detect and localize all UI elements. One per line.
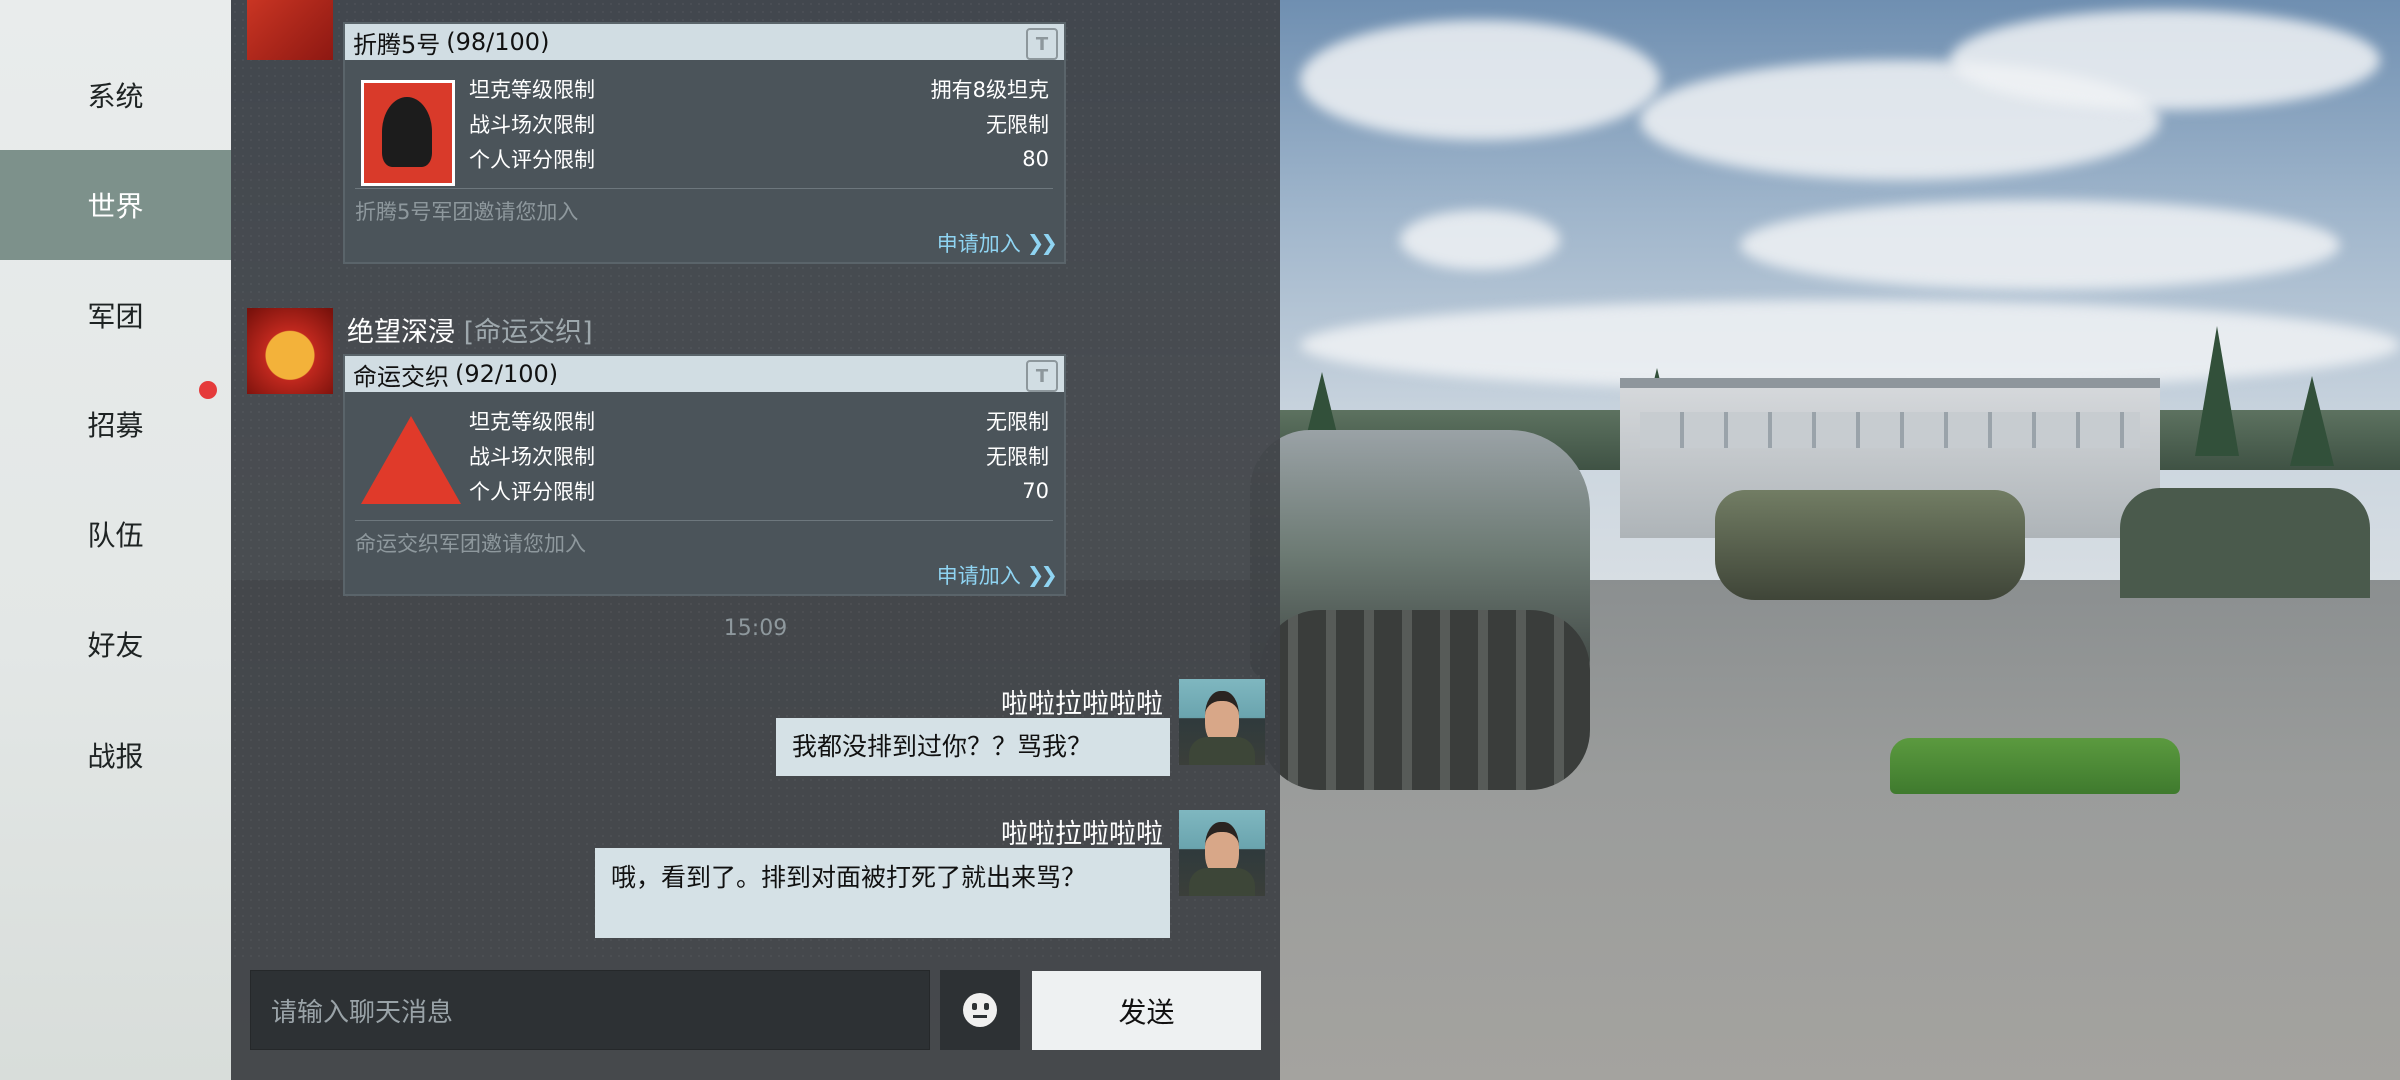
player-avatar[interactable]: [1179, 810, 1265, 896]
sender-nickname: 绝望深浸: [347, 317, 455, 348]
sidebar-item-world[interactable]: 世界: [0, 150, 231, 260]
requirement-value: 无限制: [986, 113, 1049, 137]
legion-avatar[interactable]: [247, 0, 333, 60]
legion-invite-card: 命运交织 (92/100) T 坦克等级限制 无限制 战斗场次限制 无限制 个人…: [343, 354, 1066, 596]
sidebar-item-battle-report[interactable]: 战报: [0, 700, 231, 810]
legion-capacity: (98/100): [446, 28, 550, 56]
emoji-icon: [963, 993, 997, 1027]
sidebar-item-label: 战报: [87, 740, 144, 773]
divider: [355, 188, 1053, 189]
tree: [2290, 376, 2334, 466]
apply-join-button[interactable]: 申请加入 ❯❯: [936, 560, 1058, 590]
sidebar-item-label: 军团: [87, 300, 144, 333]
sidebar-item-label: 队伍: [87, 519, 144, 552]
sidebar-item-system[interactable]: 系统: [0, 40, 231, 150]
requirement-label: 个人评分限制: [469, 480, 595, 504]
requirement-row: 个人评分限制 70: [469, 474, 1049, 508]
double-chevron-right-icon: ❯❯: [1026, 563, 1058, 587]
sidebar-item-label: 系统: [87, 80, 144, 113]
requirement-label: 战斗场次限制: [469, 445, 595, 469]
sword-triangle-emblem-icon: [361, 416, 461, 516]
crown-avatar[interactable]: [247, 308, 333, 394]
requirement-row: 战斗场次限制 无限制: [469, 439, 1049, 473]
requirement-value: 无限制: [986, 410, 1049, 434]
sender-name: 啦啦拉啦啦啦: [1001, 689, 1163, 720]
chat-bubble: 哦，看到了。排到对面被打死了就出来骂？: [595, 848, 1170, 938]
cloud: [1300, 20, 1660, 140]
sidebar-item-label: 好友: [87, 629, 144, 662]
player-avatar[interactable]: [1179, 679, 1265, 765]
emoji-button[interactable]: [940, 970, 1020, 1050]
legion-tag-icon: T: [1026, 360, 1058, 392]
cloud: [1950, 10, 2380, 110]
requirement-label: 坦克等级限制: [469, 78, 595, 102]
cloud: [1740, 200, 2340, 290]
requirement-label: 坦克等级限制: [469, 410, 595, 434]
requirement-value: 拥有8级坦克: [930, 78, 1049, 102]
tank-tracks: [1260, 610, 1590, 790]
legion-name: 命运交织: [353, 362, 449, 391]
invite-text: 折腾5号军团邀请您加入: [355, 200, 579, 224]
card-header: 命运交织 (92/100) T: [345, 356, 1064, 392]
legion-capacity: (92/100): [455, 360, 559, 388]
chat-bubble: 我都没排到过你？？骂我？: [776, 718, 1170, 776]
requirement-label: 个人评分限制: [469, 148, 595, 172]
tank-distant: [1715, 490, 2025, 600]
requirement-row: 战斗场次限制 无限制: [469, 107, 1049, 141]
apply-label: 申请加入: [936, 232, 1021, 256]
chat-channel-sidebar: 系统 世界 军团 招募 队伍 好友 战报: [0, 0, 231, 1080]
send-button[interactable]: 发送: [1032, 971, 1261, 1050]
chat-input[interactable]: 请输入聊天消息: [250, 970, 930, 1050]
sidebar-item-team[interactable]: 队伍: [0, 479, 231, 589]
requirement-row: 个人评分限制 80: [469, 142, 1049, 176]
sender-name: 啦啦拉啦啦啦: [1001, 819, 1163, 850]
tree: [2195, 326, 2239, 456]
apply-label: 申请加入: [936, 564, 1021, 588]
invite-text: 命运交织军团邀请您加入: [355, 532, 586, 556]
sidebar-item-friends[interactable]: 好友: [0, 589, 231, 699]
requirement-value: 80: [1022, 147, 1049, 171]
sidebar-item-legion[interactable]: 军团: [0, 260, 231, 370]
chat-panel[interactable]: 折腾5号 (98/100) T 坦克等级限制 拥有8级坦克 战斗场次限制 无限制…: [231, 0, 1280, 1080]
grass-patch: [1890, 738, 2180, 794]
legion-tag-icon: T: [1026, 28, 1058, 60]
message-timestamp: 15:09: [723, 616, 788, 641]
requirement-value: 70: [1022, 479, 1049, 503]
cloud: [1400, 210, 1560, 270]
double-chevron-right-icon: ❯❯: [1026, 231, 1058, 255]
notification-dot: [199, 381, 217, 399]
requirement-value: 无限制: [986, 445, 1049, 469]
sender-name: 绝望深浸 [命运交织]: [347, 310, 593, 349]
sender-legion-tag: [命运交织]: [463, 317, 593, 348]
tent: [2120, 488, 2370, 598]
hangar-windows: [1640, 412, 2140, 448]
knight-emblem-icon: [361, 80, 455, 186]
divider: [355, 520, 1053, 521]
legion-invite-card: 折腾5号 (98/100) T 坦克等级限制 拥有8级坦克 战斗场次限制 无限制…: [343, 22, 1066, 264]
sidebar-item-label: 世界: [87, 190, 144, 223]
sidebar-item-label: 招募: [87, 409, 144, 442]
legion-name: 折腾5号: [353, 30, 441, 59]
card-header: 折腾5号 (98/100) T: [345, 24, 1064, 60]
requirement-row: 坦克等级限制 拥有8级坦克: [469, 72, 1049, 106]
requirement-label: 战斗场次限制: [469, 113, 595, 137]
sidebar-item-recruit[interactable]: 招募: [0, 369, 231, 479]
requirement-row: 坦克等级限制 无限制: [469, 404, 1049, 438]
apply-join-button[interactable]: 申请加入 ❯❯: [936, 228, 1058, 258]
